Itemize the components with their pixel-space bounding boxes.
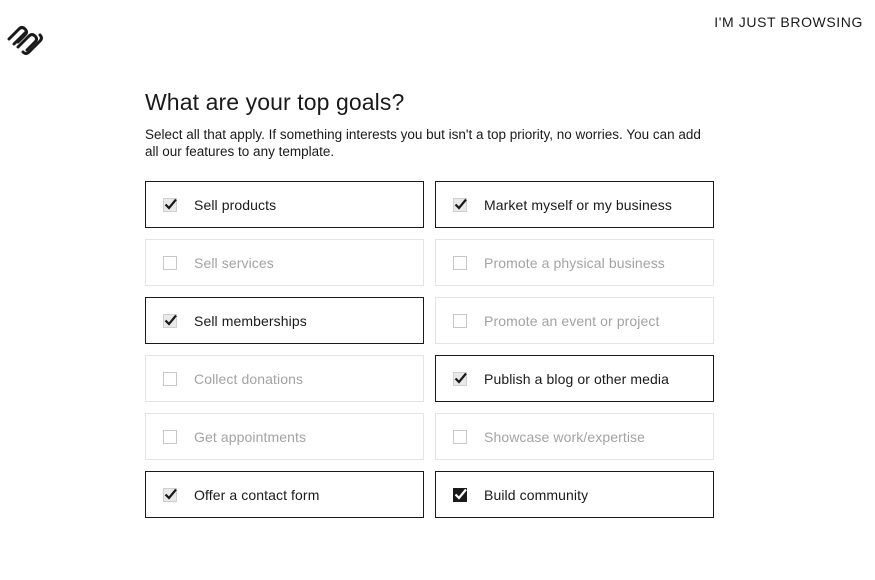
checkmark-icon	[454, 372, 467, 384]
squarespace-logo-icon[interactable]	[6, 24, 46, 56]
checkbox[interactable]	[453, 371, 467, 386]
goal-option-label: Get appointments	[194, 428, 307, 445]
goal-options-grid: Sell products Market myself or my busine…	[145, 181, 715, 518]
goal-option-market-myself[interactable]: Market myself or my business	[435, 181, 714, 228]
checkbox[interactable]	[163, 197, 177, 212]
page-title: What are your top goals?	[145, 89, 405, 115]
page-subtitle: Select all that apply. If something inte…	[145, 127, 701, 159]
goal-option-label: Sell memberships	[194, 312, 307, 329]
goal-option-label: Publish a blog or other media	[484, 370, 670, 387]
checkbox[interactable]	[163, 429, 177, 444]
checkbox[interactable]	[163, 371, 177, 386]
checkbox[interactable]	[453, 487, 467, 502]
goal-option-contact-form[interactable]: Offer a contact form	[145, 471, 424, 518]
checkbox[interactable]	[163, 255, 177, 270]
goal-option-label: Build community	[484, 486, 589, 503]
just-browsing-link[interactable]: I'M JUST BROWSING	[714, 14, 863, 30]
goal-option-sell-products[interactable]: Sell products	[145, 181, 424, 228]
checkbox[interactable]	[453, 313, 467, 328]
checkbox[interactable]	[453, 255, 467, 270]
goal-option-publish-blog[interactable]: Publish a blog or other media	[435, 355, 714, 402]
checkmark-icon	[164, 488, 177, 500]
goal-option-collect-donations[interactable]: Collect donations	[145, 355, 424, 402]
checkbox[interactable]	[163, 313, 177, 328]
goal-option-label: Showcase work/expertise	[484, 428, 646, 445]
checkmark-icon	[164, 198, 177, 210]
goal-option-sell-services[interactable]: Sell services	[145, 239, 424, 286]
goal-option-get-appointments[interactable]: Get appointments	[145, 413, 424, 460]
checkbox[interactable]	[453, 197, 467, 212]
goal-option-label: Sell products	[194, 196, 277, 213]
goal-option-promote-physical-business[interactable]: Promote a physical business	[435, 239, 714, 286]
goal-option-label: Market myself or my business	[484, 196, 672, 213]
checkmark-icon	[164, 314, 177, 326]
goal-option-sell-memberships[interactable]: Sell memberships	[145, 297, 424, 344]
goals-panel: What are your top goals? Select all that…	[145, 88, 715, 518]
checkbox[interactable]	[163, 487, 177, 502]
checkbox[interactable]	[453, 429, 467, 444]
goal-option-label: Promote an event or project	[484, 312, 660, 329]
goal-option-label: Promote a physical business	[484, 254, 665, 271]
goal-option-label: Sell services	[194, 254, 274, 271]
checkmark-icon	[454, 488, 467, 500]
goal-option-showcase-work[interactable]: Showcase work/expertise	[435, 413, 714, 460]
goal-option-label: Collect donations	[194, 370, 304, 387]
goal-option-build-community[interactable]: Build community	[435, 471, 714, 518]
goal-option-promote-event[interactable]: Promote an event or project	[435, 297, 714, 344]
checkmark-icon	[454, 198, 467, 210]
goal-option-label: Offer a contact form	[194, 486, 320, 503]
